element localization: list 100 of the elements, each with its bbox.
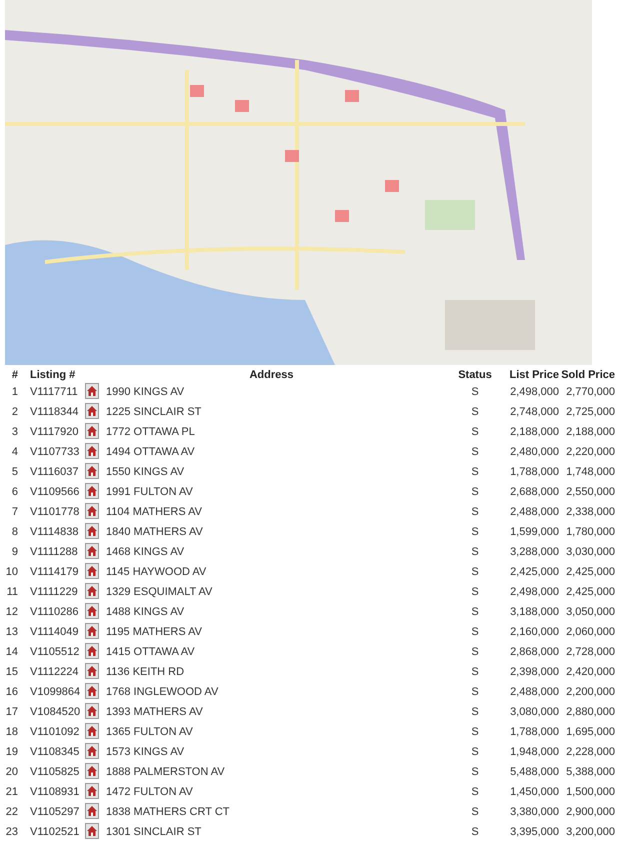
- table-cell-text: V1117920: [29, 425, 80, 440]
- house-icon[interactable]: [85, 563, 99, 579]
- table-cell-text: 1550 KINGS AV: [105, 465, 186, 480]
- table-cell-text: V1099864: [29, 685, 82, 700]
- table-cell-text: 1990 KINGS AV: [105, 385, 186, 400]
- table-cell-text: S: [470, 605, 480, 620]
- table-cell-text: S: [470, 585, 480, 600]
- table-cell-text: 2,398,000: [509, 665, 559, 680]
- table-cell-text: V1111288: [29, 545, 79, 560]
- table-cell-text: 2,498,000: [509, 585, 559, 600]
- table-cell-text: 20: [4, 765, 19, 780]
- house-icon[interactable]: [85, 403, 99, 419]
- table-cell-text: 2,420,000: [565, 665, 615, 680]
- table-cell-text: 2,488,000: [509, 505, 559, 520]
- table-cell-text: 1488 KINGS AV: [105, 605, 186, 620]
- table-cell-text: 1,748,000: [565, 465, 615, 480]
- table-cell-text: S: [470, 525, 480, 540]
- house-icon[interactable]: [85, 643, 99, 659]
- house-icon[interactable]: [85, 603, 99, 619]
- table-cell-text: V1108931: [29, 785, 80, 800]
- table-cell-text: 2,880,000: [565, 705, 615, 720]
- table-cell-text: 1,788,000: [509, 725, 559, 740]
- table-cell-text: 1393 MATHERS AV: [105, 705, 204, 720]
- table-cell-text: 1,788,000: [509, 465, 559, 480]
- table-cell-text: 2,550,000: [565, 485, 615, 500]
- table-cell-text: 1225 SINCLAIR ST: [105, 405, 202, 420]
- table-cell-text: V1105825: [29, 765, 80, 780]
- table-cell-text: 1772 OTTAWA PL: [105, 425, 196, 440]
- table-cell-text: 2,160,000: [509, 625, 559, 640]
- table-cell-text: V1117711: [29, 385, 79, 400]
- table-cell-text: 1840 MATHERS AV: [105, 525, 204, 540]
- table-cell-text: 4: [10, 445, 19, 460]
- table-cell-text: 3,288,000: [509, 545, 559, 560]
- house-icon[interactable]: [85, 583, 99, 599]
- table-cell-text: 5,488,000: [509, 765, 559, 780]
- table-cell-text: 3,030,000: [565, 545, 615, 560]
- table-cell-text: 8: [10, 525, 19, 540]
- house-icon[interactable]: [85, 823, 99, 839]
- table-cell-text: V1112224: [29, 665, 80, 680]
- table-cell-text: 7: [10, 505, 19, 520]
- table-cell-text: S: [470, 485, 480, 500]
- table-cell-text: 3,380,000: [509, 805, 559, 820]
- table-cell-text: 2,480,000: [509, 445, 559, 460]
- table-cell-text: S: [470, 565, 480, 580]
- table-cell-text: 1573 KINGS AV: [105, 745, 186, 760]
- house-icon[interactable]: [85, 383, 99, 399]
- table-cell-text: V1105512: [29, 645, 80, 660]
- table-cell-text: 3,200,000: [565, 825, 615, 840]
- house-icon[interactable]: [85, 423, 99, 439]
- table-cell-text: V1101778: [29, 505, 80, 520]
- table-cell-text: 1472 FULTON AV: [105, 785, 194, 800]
- table-cell-text: S: [470, 745, 480, 760]
- table-cell-text: S: [470, 505, 480, 520]
- table-cell-text: V1108345: [29, 745, 80, 760]
- table-cell-text: 18: [4, 725, 19, 740]
- table-cell-text: 5,388,000: [565, 765, 615, 780]
- house-icon[interactable]: [85, 683, 99, 699]
- table-cell-text: 2,900,000: [565, 805, 615, 820]
- table-cell-text: 2,770,000: [565, 385, 615, 400]
- table-cell-text: S: [470, 645, 480, 660]
- house-icon[interactable]: [85, 703, 99, 719]
- table-cell-text: 1,780,000: [565, 525, 615, 540]
- table-cell-text: 2,425,000: [565, 585, 615, 600]
- table-cell-text: 2,188,000: [565, 425, 615, 440]
- house-icon[interactable]: [85, 783, 99, 799]
- table-cell-text: V1118344: [29, 405, 80, 420]
- house-icon[interactable]: [85, 623, 99, 639]
- table-cell-text: 2,060,000: [565, 625, 615, 640]
- table-cell-text: 12: [4, 605, 19, 620]
- table-cell-text: S: [470, 445, 480, 460]
- house-icon[interactable]: [85, 763, 99, 779]
- house-icon[interactable]: [85, 523, 99, 539]
- table-cell-text: 2,228,000: [565, 745, 615, 760]
- table-cell-text: S: [470, 825, 480, 840]
- table-cell-text: 2,498,000: [509, 385, 559, 400]
- table-cell-text: 9: [10, 545, 19, 560]
- house-icon[interactable]: [85, 723, 99, 739]
- house-icon[interactable]: [85, 803, 99, 819]
- column-header: Listing #: [29, 368, 76, 382]
- column-header: Address: [248, 368, 295, 382]
- table-cell-text: 1145 HAYWOOD AV: [105, 565, 208, 580]
- house-icon[interactable]: [85, 483, 99, 499]
- table-cell-text: 17: [4, 705, 19, 720]
- house-icon[interactable]: [85, 443, 99, 459]
- table-cell-text: S: [470, 805, 480, 820]
- table-cell-text: 3,080,000: [509, 705, 559, 720]
- table-cell-text: 5: [10, 465, 19, 480]
- house-icon[interactable]: [85, 543, 99, 559]
- table-cell-text: 2,725,000: [565, 405, 615, 420]
- house-icon[interactable]: [85, 663, 99, 679]
- house-icon[interactable]: [85, 463, 99, 479]
- house-icon[interactable]: [85, 743, 99, 759]
- house-icon[interactable]: [85, 503, 99, 519]
- table-cell-text: 2,425,000: [509, 565, 559, 580]
- table-cell-text: 23: [4, 825, 19, 840]
- table-cell-text: S: [470, 685, 480, 700]
- table-cell-text: S: [470, 625, 480, 640]
- table-cell-text: S: [470, 425, 480, 440]
- table-cell-text: V1114179: [29, 565, 80, 580]
- column-header: Status: [457, 368, 493, 382]
